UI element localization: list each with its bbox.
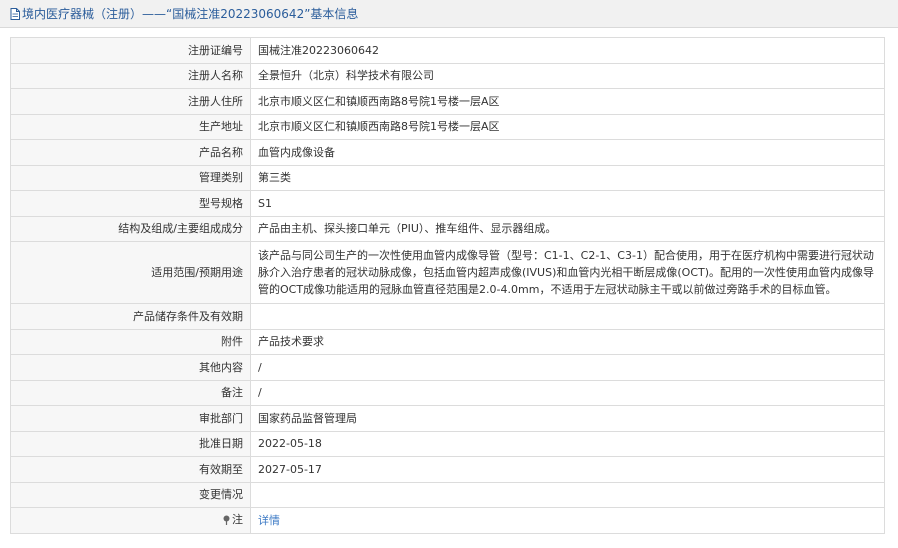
page-header: 境内医疗器械（注册）——“国械注准20223060642”基本信息: [0, 0, 898, 28]
table-row: 其他内容 /: [10, 354, 885, 381]
table-row: 管理类别 第三类: [10, 164, 885, 191]
details-link[interactable]: 详情: [258, 514, 280, 527]
table-row: 适用范围/预期用途 该产品与同公司生产的一次性使用血管内成像导管（型号：C1-1、…: [10, 241, 885, 304]
row-value: /: [250, 354, 885, 381]
pin-icon: [223, 515, 230, 525]
table-row: 型号规格 S1: [10, 190, 885, 217]
row-value: 2027-05-17: [250, 456, 885, 483]
row-label: 其他内容: [10, 354, 251, 381]
row-label: 产品名称: [10, 139, 251, 166]
row-label: 有效期至: [10, 456, 251, 483]
row-label: 变更情况: [10, 481, 251, 508]
row-value: S1: [250, 190, 885, 217]
table-row: 审批部门 国家药品监督管理局: [10, 405, 885, 432]
row-value-note: 详情: [250, 507, 885, 534]
row-value: 该产品与同公司生产的一次性使用血管内成像导管（型号：C1-1、C2-1、C3-1…: [250, 241, 885, 304]
table-row: 注册人住所 北京市顺义区仁和镇顺西南路8号院1号楼一层A区: [10, 88, 885, 115]
table-row-note: 注 详情: [10, 507, 885, 534]
row-label: 管理类别: [10, 164, 251, 191]
row-label: 结构及组成/主要组成成分: [10, 215, 251, 242]
table-row: 批准日期 2022-05-18: [10, 430, 885, 457]
row-label-note: 注: [10, 507, 251, 534]
row-label: 注册证编号: [10, 37, 251, 64]
row-label: 附件: [10, 328, 251, 355]
row-value: 产品技术要求: [250, 328, 885, 355]
row-value: 产品由主机、探头接口单元（PIU）、推车组件、显示器组成。: [250, 215, 885, 242]
row-value: /: [250, 379, 885, 406]
table-row: 产品储存条件及有效期: [10, 303, 885, 330]
row-value: [250, 303, 885, 330]
table-row: 生产地址 北京市顺义区仁和镇顺西南路8号院1号楼一层A区: [10, 113, 885, 140]
row-value: 第三类: [250, 164, 885, 191]
row-value: 北京市顺义区仁和镇顺西南路8号院1号楼一层A区: [250, 113, 885, 140]
table-row: 备注 /: [10, 379, 885, 406]
row-label: 批准日期: [10, 430, 251, 457]
note-label-text: 注: [232, 513, 243, 526]
row-label: 注册人住所: [10, 88, 251, 115]
row-value: 2022-05-18: [250, 430, 885, 457]
info-table: 注册证编号 国械注准20223060642 注册人名称 全景恒升（北京）科学技术有限公…: [10, 37, 885, 534]
row-value: 国家药品监督管理局: [250, 405, 885, 432]
row-label: 审批部门: [10, 405, 251, 432]
row-label: 注册人名称: [10, 62, 251, 89]
row-label: 生产地址: [10, 113, 251, 140]
table-row: 变更情况: [10, 481, 885, 508]
table-row: 结构及组成/主要组成成分 产品由主机、探头接口单元（PIU）、推车组件、显示器组成…: [10, 215, 885, 242]
row-value: 北京市顺义区仁和镇顺西南路8号院1号楼一层A区: [250, 88, 885, 115]
row-value: 国械注准20223060642: [250, 37, 885, 64]
table-row: 产品名称 血管内成像设备: [10, 139, 885, 166]
row-value: 血管内成像设备: [250, 139, 885, 166]
row-value: [250, 481, 885, 508]
row-label: 产品储存条件及有效期: [10, 303, 251, 330]
table-row: 有效期至 2027-05-17: [10, 456, 885, 483]
page-title: 境内医疗器械（注册）——“国械注准20223060642”基本信息: [22, 7, 359, 21]
row-label: 备注: [10, 379, 251, 406]
document-icon: [10, 7, 20, 20]
row-label: 适用范围/预期用途: [10, 241, 251, 304]
row-label: 型号规格: [10, 190, 251, 217]
table-row: 注册人名称 全景恒升（北京）科学技术有限公司: [10, 62, 885, 89]
table-row: 注册证编号 国械注准20223060642: [10, 37, 885, 64]
table-row: 附件 产品技术要求: [10, 328, 885, 355]
row-value: 全景恒升（北京）科学技术有限公司: [250, 62, 885, 89]
